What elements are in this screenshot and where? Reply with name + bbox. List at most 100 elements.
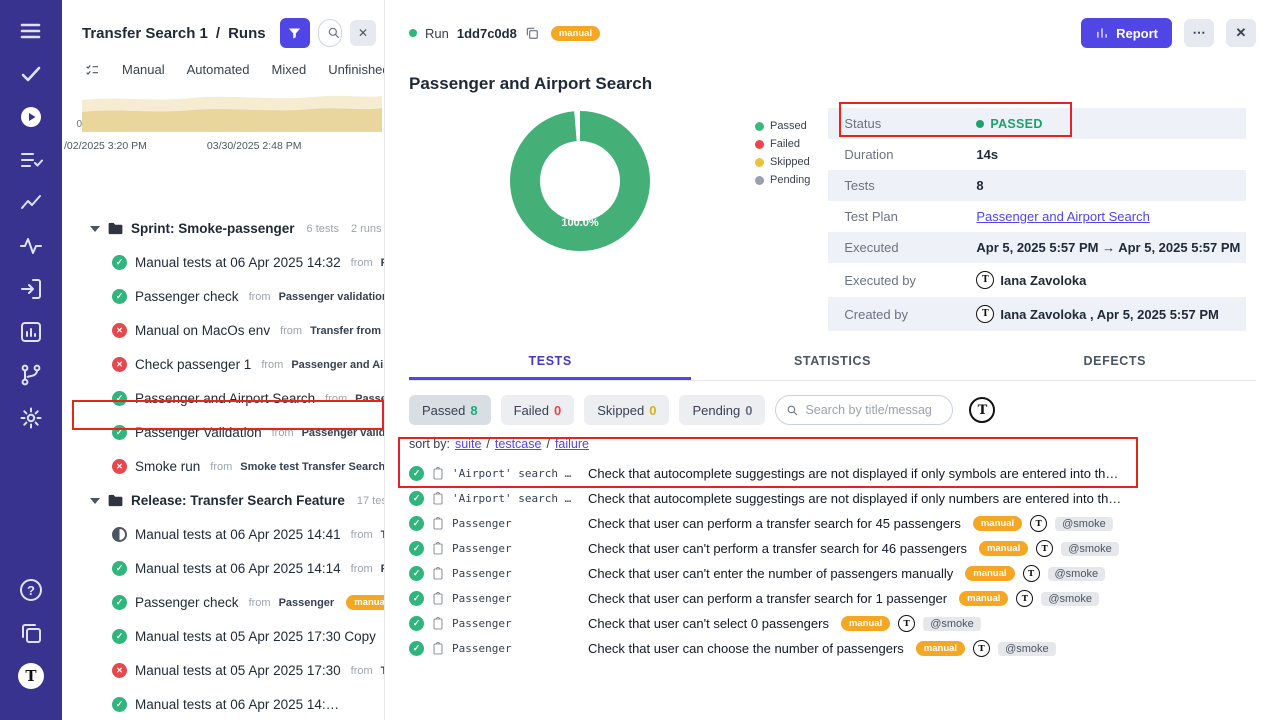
- run-source: Passenger: [279, 597, 335, 609]
- close-search-button[interactable]: ✕: [350, 20, 376, 46]
- run-tree-item[interactable]: Manual tests at 05 Apr 2025 17:30 Copy f…: [62, 620, 384, 654]
- results-nav-icon[interactable]: [18, 147, 44, 173]
- testomatio-button[interactable]: [969, 397, 995, 423]
- run-tree-item[interactable]: Passenger check from Passenger manual 6…: [62, 586, 384, 620]
- passed-status-icon: [409, 466, 424, 481]
- sort-by-suite-link[interactable]: suite: [455, 437, 481, 451]
- folder-meta: 2 runs: [351, 223, 382, 235]
- test-row[interactable]: Passenger Check that user can choose the…: [409, 636, 1256, 661]
- run-tree-item[interactable]: Manual tests at 06 Apr 2025 14:41 from T…: [62, 518, 384, 552]
- nav-rail: [0, 0, 62, 720]
- filter-passed-chip[interactable]: Passed8: [409, 395, 491, 425]
- tests-search-input[interactable]: [805, 403, 942, 417]
- runs-play-nav-icon[interactable]: [18, 104, 44, 130]
- passed-status-icon: [409, 491, 424, 506]
- test-row[interactable]: Passenger Check that user can't select 0…: [409, 611, 1256, 636]
- manual-badge: manual: [979, 541, 1028, 556]
- tests-count-value: 8: [976, 178, 983, 193]
- trends-nav-icon[interactable]: [18, 190, 44, 216]
- run-tree-item-selected[interactable]: Passenger and Airport Search from Passen…: [62, 382, 384, 416]
- test-row[interactable]: Passenger Check that user can't perform …: [409, 536, 1256, 561]
- passed-status-icon: [409, 516, 424, 531]
- filter-skipped-chip[interactable]: Skipped0: [584, 395, 669, 425]
- x-label-end: 03/30/2025 2:48 PM: [207, 140, 302, 152]
- testcase-clipboard-icon: [432, 617, 444, 630]
- help-icon[interactable]: [18, 577, 44, 603]
- info-row-tests: Tests 8: [828, 170, 1246, 201]
- suite-name: Passenger: [452, 642, 580, 655]
- testomatio-icon: [898, 615, 915, 632]
- legend-label: Failed: [770, 138, 800, 150]
- info-row-testplan: Test Plan Passenger and Airport Search: [828, 201, 1246, 232]
- folder-icon: [108, 222, 123, 235]
- run-tree-item[interactable]: Manual tests at 06 Apr 2025 14:32 from P…: [62, 246, 384, 280]
- docs-copy-icon[interactable]: [18, 620, 44, 646]
- more-options-button[interactable]: ⋯: [1184, 19, 1214, 47]
- run-tree-item[interactable]: Passenger Validation from Passenger vali…: [62, 416, 384, 450]
- run-tree-item[interactable]: Manual tests at 06 Apr 2025 14:…: [62, 688, 384, 720]
- tab-automated[interactable]: Automated: [187, 62, 250, 77]
- close-run-button[interactable]: ✕: [1226, 19, 1256, 47]
- chevron-down-icon[interactable]: [90, 498, 100, 504]
- legend-label: Pending: [770, 174, 810, 186]
- project-title[interactable]: Transfer Search 1: [82, 25, 208, 42]
- filter-failed-chip[interactable]: Failed0: [501, 395, 575, 425]
- test-row[interactable]: 'Airport' search … Check that autocomple…: [409, 461, 1256, 486]
- run-title: Manual tests at 06 Apr 2025 14:32: [135, 255, 341, 270]
- passed-legend-dot: [755, 122, 764, 131]
- run-source: Passenger and Airport Searc…: [291, 359, 384, 371]
- branch-nav-icon[interactable]: [18, 362, 44, 388]
- manual-badge: manual: [841, 616, 890, 631]
- tab-defects[interactable]: DEFECTS: [974, 345, 1256, 380]
- report-button[interactable]: Report: [1081, 18, 1172, 48]
- tree-folder-sprint[interactable]: Sprint: Smoke-passenger 6 tests 2 runs: [62, 212, 384, 246]
- run-tree-item[interactable]: Manual on MacOs env from Transfer from A…: [62, 314, 384, 348]
- tree-folder-release[interactable]: Release: Transfer Search Feature 17 test…: [62, 484, 384, 518]
- testomatio-icon: [1036, 540, 1053, 557]
- run-title: Manual tests at 06 Apr 2025 14:14: [135, 561, 341, 576]
- activity-nav-icon[interactable]: [18, 233, 44, 259]
- checks-nav-icon[interactable]: [18, 61, 44, 87]
- area-chart-svg: [82, 86, 382, 132]
- test-row[interactable]: Passenger Check that user can perform a …: [409, 586, 1256, 611]
- x-axis-labels: /02/2025 3:20 PM 03/30/2025 2:48 PM: [62, 132, 384, 152]
- chip-label: Skipped: [597, 403, 644, 418]
- filter-pending-chip[interactable]: Pending0: [679, 395, 765, 425]
- settings-gear-icon[interactable]: [18, 405, 44, 431]
- analytics-nav-icon[interactable]: [18, 319, 44, 345]
- tab-unfinished[interactable]: Unfinished: [328, 62, 384, 77]
- failed-status-icon: [112, 663, 127, 678]
- tab-tests[interactable]: TESTS: [409, 345, 691, 380]
- runs-search-input[interactable]: [318, 19, 342, 47]
- tab-statistics[interactable]: STATISTICS: [691, 345, 973, 380]
- app-logo[interactable]: [18, 663, 44, 689]
- import-nav-icon[interactable]: [18, 276, 44, 302]
- tab-mixed[interactable]: Mixed: [272, 62, 307, 77]
- test-plan-link[interactable]: Passenger and Airport Search: [976, 209, 1149, 224]
- run-tree-item[interactable]: Smoke run from Smoke test Transfer Searc…: [62, 450, 384, 484]
- run-tree-item[interactable]: Passenger check from Passenger validatio…: [62, 280, 384, 314]
- run-tree-item[interactable]: Manual tests at 06 Apr 2025 14:14 from P…: [62, 552, 384, 586]
- test-row[interactable]: Passenger Check that user can't enter th…: [409, 561, 1256, 586]
- tab-manual[interactable]: Manual: [122, 62, 165, 77]
- test-row[interactable]: 'Airport' search … Check that autocomple…: [409, 486, 1256, 511]
- sort-by-testcase-link[interactable]: testcase: [495, 437, 542, 451]
- run-header-bar: Run 1dd7c0d8 manual Report ⋯ ✕: [409, 0, 1256, 48]
- menu-icon[interactable]: [18, 18, 44, 44]
- test-title: Check that autocomplete suggestings are …: [588, 491, 1121, 506]
- run-tree-item[interactable]: Manual tests at 05 Apr 2025 17:30 from T…: [62, 654, 384, 688]
- testomatio-icon: [1016, 590, 1033, 607]
- test-title: Check that user can't enter the number o…: [588, 566, 953, 581]
- x-label-start: /02/2025 3:20 PM: [64, 140, 147, 152]
- tests-list: 'Airport' search … Check that autocomple…: [409, 461, 1256, 661]
- copy-run-id-icon[interactable]: [525, 26, 539, 40]
- filter-button[interactable]: [280, 18, 310, 48]
- run-tree-item[interactable]: Check passenger 1 from Passenger and Air…: [62, 348, 384, 382]
- failed-status-icon: [112, 323, 127, 338]
- test-row[interactable]: Passenger Check that user can perform a …: [409, 511, 1256, 536]
- suite-name: Passenger: [452, 542, 580, 555]
- run-title: Smoke run: [135, 459, 200, 474]
- sort-by-failure-link[interactable]: failure: [555, 437, 589, 451]
- test-title: Check that user can perform a transfer s…: [588, 516, 961, 531]
- chevron-down-icon[interactable]: [90, 226, 100, 232]
